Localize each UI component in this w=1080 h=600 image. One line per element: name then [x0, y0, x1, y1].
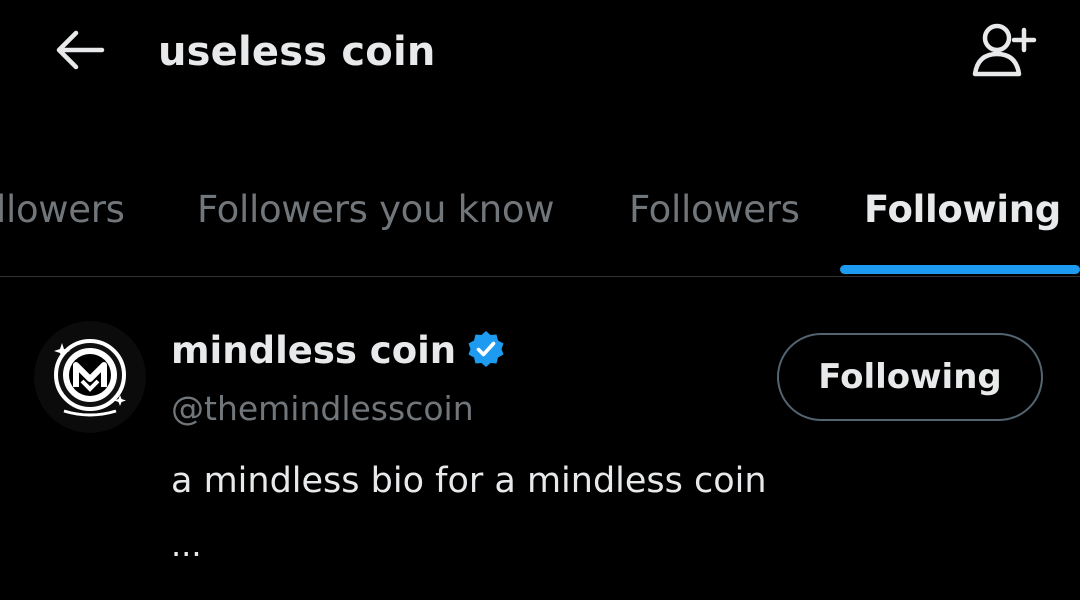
tab-bar: llowers Followers you know Followers Fol… [0, 168, 1080, 277]
tab-label: Followers you know [197, 188, 555, 231]
tab-following[interactable]: Following [864, 168, 1061, 276]
tab-followers-you-know[interactable]: Followers you know [197, 168, 555, 276]
top-bar: useless coin [0, 0, 1080, 110]
arrow-left-icon [54, 28, 106, 76]
user-list-item[interactable]: mindless coin @themindlesscoin a mindles… [0, 277, 1080, 600]
mindless-coin-logo [34, 321, 146, 433]
back-button[interactable] [50, 24, 110, 80]
tab-label: llowers [0, 188, 125, 231]
tab-label: Followers [629, 188, 800, 231]
following-button[interactable]: Following [777, 333, 1043, 421]
active-tab-indicator [840, 265, 1080, 274]
tab-followers[interactable]: Followers [629, 168, 800, 276]
following-button-label: Following [818, 357, 1002, 397]
add-user-button[interactable] [966, 20, 1042, 84]
avatar[interactable] [34, 321, 146, 433]
user-handle: @themindlesscoin [171, 389, 474, 428]
add-user-icon [969, 20, 1039, 84]
display-name-row: mindless coin [171, 325, 506, 377]
more-indicator: ... [171, 526, 202, 564]
display-name[interactable]: mindless coin [171, 325, 456, 377]
user-bio: a mindless bio for a mindless coin [171, 461, 767, 501]
tab-label: Following [864, 188, 1061, 231]
page-title: useless coin [158, 29, 436, 75]
verified-badge-icon [466, 329, 506, 373]
tab-verified-followers[interactable]: llowers [0, 168, 125, 276]
